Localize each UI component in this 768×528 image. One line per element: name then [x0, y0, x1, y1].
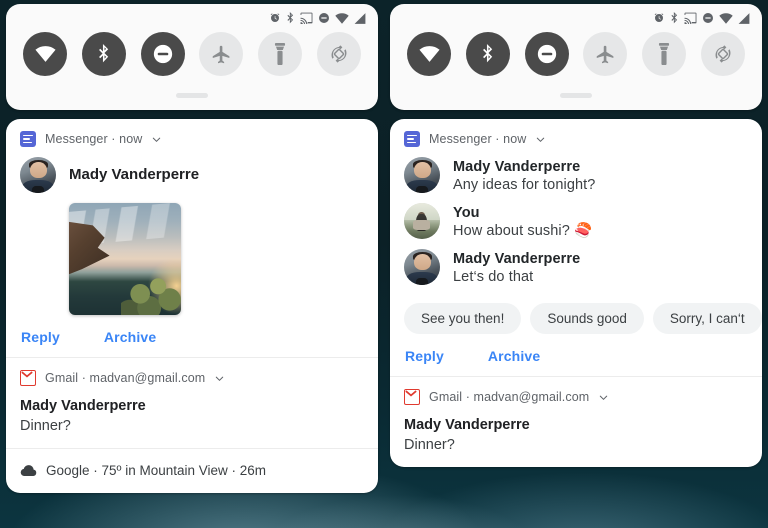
- message-sender: You: [453, 205, 480, 221]
- bluetooth-icon: [670, 11, 679, 25]
- smart-reply-chips: See you then! Sounds good Sorry, I can‘t: [404, 303, 762, 334]
- mail-sender: Mady Vanderperre: [20, 398, 146, 414]
- notification-card-left: Messenger · now Mady Vanderperre Reply A…: [6, 119, 378, 493]
- avatar: [404, 157, 440, 193]
- status-bar-left: [269, 11, 366, 25]
- quick-settings-panel-right[interactable]: [390, 4, 762, 110]
- shade-drag-handle[interactable]: [560, 93, 592, 98]
- reply-action[interactable]: Reply: [21, 329, 60, 345]
- cast-icon: [684, 12, 697, 24]
- alarm-icon: [269, 12, 281, 24]
- message-text: Mady Vanderperre Let‘s do that: [453, 249, 580, 287]
- app-header-row[interactable]: Gmail · madvan@gmail.com: [20, 368, 364, 388]
- wifi-icon: [335, 12, 349, 24]
- wifi-tile[interactable]: [407, 32, 452, 76]
- mail-subject: Dinner?: [404, 437, 455, 453]
- chevron-down-icon[interactable]: [214, 373, 225, 384]
- airplane-mode-tile[interactable]: [199, 32, 244, 76]
- messenger-notification-right[interactable]: Messenger · now Mady Vanderperre Any ide…: [390, 119, 762, 376]
- archive-action[interactable]: Archive: [104, 329, 156, 345]
- sender-name: Mady Vanderperre: [69, 166, 200, 183]
- quick-settings-tiles-left: [6, 32, 378, 76]
- do-not-disturb-icon: [318, 12, 330, 24]
- smart-reply-1[interactable]: See you then!: [404, 303, 522, 334]
- gmail-icon: [404, 389, 420, 405]
- airplane-mode-tile[interactable]: [583, 32, 628, 76]
- notification-card-right: Messenger · now Mady Vanderperre Any ide…: [390, 119, 762, 467]
- bluetooth-tile[interactable]: [81, 32, 126, 76]
- weather-notification-left[interactable]: Google · 75º in Mountain View · 26m: [6, 448, 378, 493]
- shade-drag-handle[interactable]: [176, 93, 208, 98]
- app-header-row[interactable]: Messenger · now: [20, 129, 364, 149]
- messenger-icon: [20, 131, 36, 147]
- bluetooth-icon: [286, 11, 295, 25]
- cell-signal-icon: [354, 12, 366, 24]
- app-header-row[interactable]: Messenger · now: [404, 129, 748, 149]
- smart-reply-3[interactable]: Sorry, I can‘t: [652, 303, 762, 334]
- message-sender: Mady Vanderperre: [453, 159, 581, 175]
- message-text: Mady Vanderperre Any ideas for tonight?: [453, 157, 595, 195]
- status-bar-right: [653, 11, 750, 25]
- quick-settings-tiles-right: [390, 32, 762, 76]
- app-header-row[interactable]: Gmail · madvan@gmail.com: [404, 387, 748, 407]
- cell-signal-icon: [738, 12, 750, 24]
- mail-subject: Dinner?: [20, 418, 71, 434]
- avatar: [404, 203, 440, 239]
- weather-text: Google · 75º in Mountain View · 26m: [46, 462, 267, 478]
- right-shade-column: Messenger · now Mady Vanderperre Any ide…: [384, 0, 768, 528]
- notification-actions: Reply Archive: [404, 348, 748, 364]
- cloud-icon: [20, 464, 37, 476]
- flashlight-tile[interactable]: [257, 32, 302, 76]
- chevron-down-icon[interactable]: [535, 134, 546, 145]
- do-not-disturb-tile[interactable]: [140, 32, 185, 76]
- smart-reply-2[interactable]: Sounds good: [530, 303, 644, 334]
- mail-sender: Mady Vanderperre: [404, 417, 530, 433]
- alarm-icon: [653, 12, 665, 24]
- messenger-icon: [404, 131, 420, 147]
- app-name-label: Messenger · now: [429, 132, 527, 146]
- message-row: Mady Vanderperre Any ideas for tonight?: [404, 157, 748, 195]
- message-row: You How about sushi? 🍣: [404, 203, 748, 241]
- left-shade-column: Messenger · now Mady Vanderperre Reply A…: [0, 0, 384, 528]
- wifi-tile[interactable]: [23, 32, 68, 76]
- message-body: Any ideas for tonight?: [453, 177, 596, 193]
- cast-icon: [300, 12, 313, 24]
- quick-settings-panel-left[interactable]: [6, 4, 378, 110]
- gmail-notification-left[interactable]: Gmail · madvan@gmail.com Mady Vanderperr…: [6, 357, 378, 448]
- avatar: [404, 249, 440, 285]
- messenger-notification-left[interactable]: Messenger · now Mady Vanderperre Reply A…: [6, 119, 378, 357]
- message-row: Mady Vanderperre Let‘s do that: [404, 249, 748, 287]
- gmail-notification-right[interactable]: Gmail · madvan@gmail.com Mady Vanderperr…: [390, 376, 762, 467]
- message-sender: Mady Vanderperre: [453, 251, 581, 267]
- do-not-disturb-icon: [702, 12, 714, 24]
- flashlight-tile[interactable]: [641, 32, 686, 76]
- archive-action[interactable]: Archive: [488, 348, 540, 364]
- reply-action[interactable]: Reply: [405, 348, 444, 364]
- auto-rotate-tile[interactable]: [700, 32, 745, 76]
- do-not-disturb-tile[interactable]: [524, 32, 569, 76]
- app-name-label: Gmail · madvan@gmail.com: [429, 390, 590, 404]
- gmail-icon: [20, 370, 36, 386]
- message-body: Let‘s do that: [453, 269, 534, 285]
- message-text: You How about sushi? 🍣: [453, 203, 592, 241]
- weather-row: Google · 75º in Mountain View · 26m: [20, 459, 364, 481]
- notification-actions: Reply Archive: [20, 329, 364, 345]
- wifi-icon: [719, 12, 733, 24]
- bluetooth-tile[interactable]: [465, 32, 510, 76]
- auto-rotate-tile[interactable]: [316, 32, 361, 76]
- message-row: Mady Vanderperre: [20, 157, 364, 193]
- app-name-label: Messenger · now: [45, 132, 143, 146]
- avatar: [20, 157, 56, 193]
- chevron-down-icon[interactable]: [151, 134, 162, 145]
- message-body: How about sushi? 🍣: [453, 223, 593, 239]
- chevron-down-icon[interactable]: [598, 392, 609, 403]
- app-name-label: Gmail · madvan@gmail.com: [45, 371, 206, 385]
- attachment-image[interactable]: [69, 203, 181, 315]
- notification-shade-screen: Messenger · now Mady Vanderperre Reply A…: [0, 0, 768, 528]
